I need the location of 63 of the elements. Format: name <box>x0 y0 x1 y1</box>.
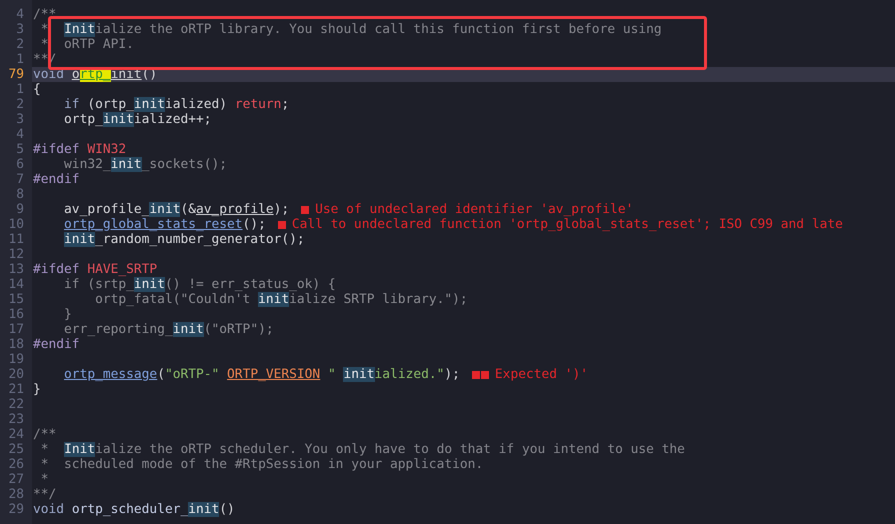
code-line: ortp_fatal("Couldn't initialize SRTP library."); <box>94 292 468 307</box>
code-line: } <box>63 307 72 322</box>
code-line: ortp_message("oRTP-" ORTP_VERSION " initialized."); <box>63 367 460 382</box>
line-number: 24 <box>7 427 25 442</box>
line-number: 1 <box>15 82 25 97</box>
error-message: Use of undeclared identifier 'av_profile' <box>315 202 634 217</box>
line-number: 28 <box>7 487 25 502</box>
code-line: #ifdef WIN32 <box>33 142 126 157</box>
line-number: 5 <box>15 142 25 157</box>
code-line: init_random_number_generator(); <box>63 232 305 247</box>
line-number: 9 <box>15 202 25 217</box>
line-number: 10 <box>7 217 25 232</box>
code-line: * Initialize the oRTP scheduler. You only have to do that if you intend to use the <box>40 442 685 457</box>
line-number: 26 <box>7 457 25 472</box>
code-line: { <box>33 82 41 97</box>
line-number: 21 <box>7 382 25 397</box>
code-line: if (srtp_init() != err_status_ok) { <box>63 277 336 292</box>
line-number: 27 <box>7 472 25 487</box>
line-number: 3 <box>15 22 25 37</box>
line-number: 16 <box>7 307 25 322</box>
code-line: **/ <box>33 487 56 502</box>
code-line: #endif <box>33 337 80 352</box>
code-line: ortp_initialized++; <box>63 112 212 127</box>
line-number: 11 <box>7 232 25 247</box>
code-line: void ortp_scheduler_init() <box>33 502 235 517</box>
code-line: #ifdef HAVE_SRTP <box>33 262 158 277</box>
code-line: /** <box>33 7 56 22</box>
line-number: 6 <box>15 157 25 172</box>
line-number: 79 <box>7 67 25 82</box>
line-number: 2 <box>15 37 25 52</box>
error-message: Call to undeclared function 'ortp_global_stats_reset'; ISO C99 and late <box>292 217 843 232</box>
line-number: 17 <box>7 322 25 337</box>
code-line: * Initialize the oRTP library. You should call this function first before using <box>40 22 662 37</box>
code-line: ortp_global_stats_reset(); <box>63 217 266 232</box>
code-line: err_reporting_init("oRTP"); <box>63 322 274 337</box>
code-line: } <box>33 382 41 397</box>
line-number: 14 <box>7 277 25 292</box>
line-number: 29 <box>7 502 25 517</box>
error-message: Expected ')' <box>494 367 588 382</box>
line-number: 22 <box>7 397 25 412</box>
line-number: 19 <box>7 352 25 367</box>
line-number: 4 <box>15 127 25 142</box>
line-number: 1 <box>15 52 25 67</box>
code-line: * scheduled mode of the #RtpSession in your application. <box>40 457 484 472</box>
line-number: 20 <box>7 367 25 382</box>
code-line: * oRTP API. <box>40 37 134 52</box>
code-line: * <box>40 472 49 487</box>
code-line: if (ortp_initialized) return; <box>63 97 290 112</box>
line-number: 23 <box>7 412 25 427</box>
code-line: win32_init_sockets(); <box>63 157 228 172</box>
line-number: 12 <box>7 247 25 262</box>
line-number: 3 <box>15 112 25 127</box>
line-number: 8 <box>15 187 25 202</box>
line-number: 25 <box>7 442 25 457</box>
line-number: 7 <box>15 172 25 187</box>
code-line: #endif <box>33 172 80 187</box>
code-line: av_profile_init(&av_profile); <box>63 202 290 217</box>
line-number: 18 <box>7 337 25 352</box>
line-number: 4 <box>15 7 25 22</box>
code-line: /** <box>33 427 56 442</box>
line-number: 2 <box>15 97 25 112</box>
line-number: 15 <box>7 292 25 307</box>
line-number: 13 <box>7 262 25 277</box>
